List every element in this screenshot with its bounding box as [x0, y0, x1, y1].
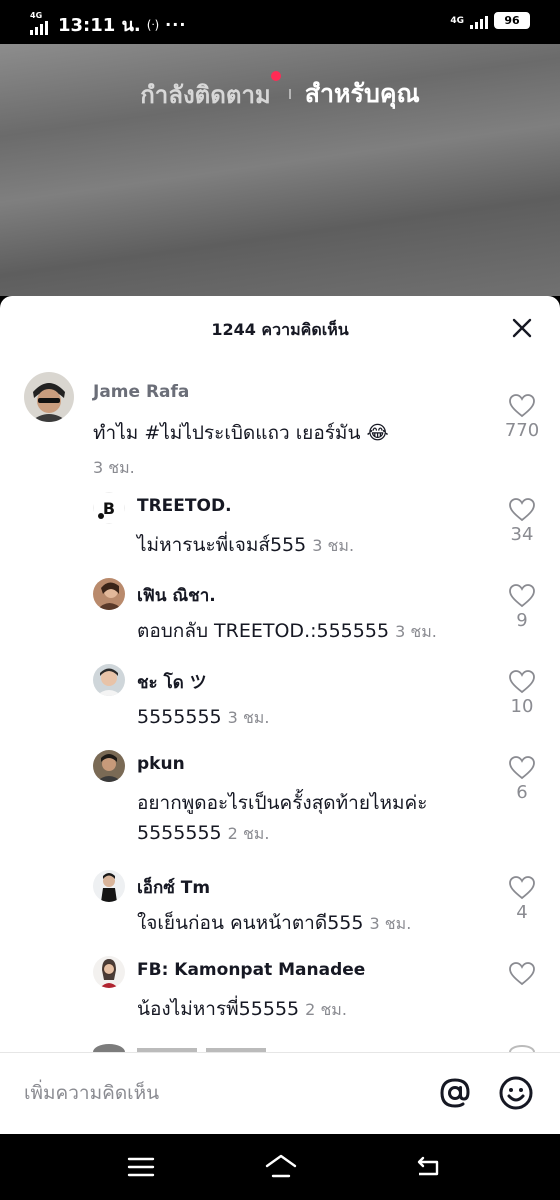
reply-body: ตอบกลับ TREETOD.:555555 3 ชม. — [137, 616, 497, 647]
reply-body: น้องไม่หารพี่55555 2 ชม. — [137, 994, 497, 1025]
more-notifications: ··· — [165, 15, 187, 34]
like-count: 770 — [504, 420, 540, 441]
clock: 13:11 น. — [58, 15, 141, 36]
heart-icon — [509, 670, 535, 694]
reply-item: B TREETOD. ไม่หารนะพี่เจมส์555 3 ชม. 34 — [0, 492, 560, 574]
reply-body: 5555555 3 ชม. — [137, 702, 497, 733]
heart-icon — [509, 876, 535, 900]
heart-icon — [509, 756, 535, 780]
status-right: 4G 96 — [450, 12, 530, 29]
comment-item: Jame Rafa ทำไม #ไม่ไประเบิดแถว เยอร์มัน … — [0, 372, 560, 477]
notification-dot — [270, 70, 281, 81]
close-icon[interactable] — [510, 316, 534, 340]
tab-separator — [288, 89, 291, 99]
hotspot-icon: (ᐧ) — [146, 17, 160, 32]
reply-body: ไม่หารนะพี่เจมส์555 3 ชม. — [137, 530, 497, 561]
home-icon[interactable] — [264, 1152, 298, 1182]
heart-icon — [509, 962, 535, 986]
like-count: 9 — [516, 610, 528, 631]
reply-item: pkun อยากพูดอะไรเป็นครั้งสุดท้ายไหมค่ะ 5… — [0, 750, 560, 862]
status-left: 4G 13:11 น. (ᐧ) ··· — [30, 10, 186, 39]
like-button[interactable]: 6 — [500, 756, 544, 803]
like-button[interactable]: 770 — [500, 394, 544, 441]
tab-following[interactable]: กำลังติดตาม — [140, 70, 281, 114]
reply-username[interactable]: FB: Kamonpat Manadee — [137, 960, 365, 980]
next-reply-peek — [93, 1044, 535, 1052]
avatar[interactable]: B — [93, 492, 125, 524]
like-button[interactable]: 34 — [500, 498, 544, 545]
tab-for-you[interactable]: สำหรับคุณ — [305, 74, 420, 114]
comment-time: 3 ชม. — [93, 458, 135, 477]
reply-item: FB: Kamonpat Manadee น้องไม่หารพี่55555 … — [0, 956, 560, 1038]
reply-body: ใจเย็นก่อน คนหน้าตาดี555 3 ชม. — [137, 908, 497, 939]
comments-list[interactable]: Jame Rafa ทำไม #ไม่ไประเบิดแถว เยอร์มัน … — [0, 364, 560, 1052]
signal-icon — [470, 13, 488, 29]
avatar[interactable] — [93, 578, 125, 610]
reply-username[interactable]: pkun — [137, 754, 185, 774]
heart-icon — [509, 584, 535, 608]
comment-username[interactable]: Jame Rafa — [93, 382, 189, 402]
reply-username[interactable]: เอ็กซ์ Tm — [137, 874, 210, 901]
reply-body: อยากพูดอะไรเป็นครั้งสุดท้ายไหมค่ะ 555555… — [137, 788, 497, 849]
battery-icon: 96 — [494, 12, 530, 29]
reply-item: เฟิน ณิชา. ตอบกลับ TREETOD.:555555 3 ชม.… — [0, 578, 560, 660]
network-type: 4G — [30, 10, 43, 20]
reply-item: เอ็กซ์ Tm ใจเย็นก่อน คนหน้าตาดี555 3 ชม.… — [0, 870, 560, 952]
reply-text: ใจเย็นก่อน คนหน้าตาดี555 — [137, 912, 364, 934]
avatar[interactable] — [93, 870, 125, 902]
reply-text: อยากพูดอะไรเป็นครั้งสุดท้ายไหมค่ะ 555555… — [137, 792, 428, 844]
reply-item: ชะ โด ツ 5555555 3 ชม. 10 — [0, 664, 560, 746]
like-count: 4 — [516, 902, 528, 923]
navigation-bar — [0, 1134, 560, 1200]
reply-text: ไม่หารนะพี่เจมส์555 — [137, 534, 307, 556]
reply-time: 3 ชม. — [227, 708, 270, 727]
video-background[interactable]: กำลังติดตาม สำหรับคุณ — [0, 44, 560, 296]
menu-icon[interactable] — [126, 1152, 156, 1182]
tab-following-label: กำลังติดตาม — [140, 80, 271, 109]
like-button[interactable]: 10 — [500, 670, 544, 717]
at-icon[interactable] — [437, 1075, 473, 1111]
like-count: 34 — [510, 524, 534, 545]
signal-icon: 4G — [30, 11, 52, 35]
avatar[interactable] — [93, 664, 125, 696]
reply-time: 3 ชม. — [395, 622, 437, 641]
comments-sheet: 1244 ความคิดเห็น Jame Rafa ทำไม #ไม่ไประ… — [0, 296, 560, 1134]
feed-tabs: กำลังติดตาม สำหรับคุณ — [0, 70, 560, 114]
like-button[interactable] — [500, 962, 544, 986]
avatar[interactable] — [93, 956, 125, 988]
back-icon[interactable] — [413, 1152, 443, 1182]
reply-time: 3 ชม. — [369, 914, 412, 933]
like-button[interactable]: 9 — [500, 584, 544, 631]
comments-title: 1244 ความคิดเห็น — [211, 320, 349, 339]
like-button[interactable]: 4 — [500, 876, 544, 923]
network-type-right: 4G — [450, 15, 464, 26]
reply-username[interactable]: ชะ โด ツ — [137, 668, 207, 696]
status-bar: 4G 13:11 น. (ᐧ) ··· 4G 96 — [0, 0, 560, 44]
comment-text: ทำไม #ไม่ไประเบิดแถว เยอร์มัน 😂 — [93, 422, 389, 444]
emoji-icon[interactable] — [498, 1075, 534, 1111]
reply-text: 5555555 — [137, 706, 222, 728]
like-count: 6 — [516, 782, 528, 803]
comment-input-bar — [0, 1052, 560, 1134]
heart-icon — [509, 498, 535, 522]
reply-username[interactable]: TREETOD. — [137, 496, 232, 516]
reply-text: น้องไม่หารพี่55555 — [137, 998, 300, 1020]
comment-input[interactable] — [24, 1075, 404, 1111]
avatar[interactable] — [24, 372, 74, 422]
heart-icon — [509, 394, 535, 418]
like-count: 10 — [510, 696, 534, 717]
reply-time: 3 ชม. — [312, 536, 355, 555]
reply-username[interactable]: เฟิน ณิชา. — [137, 582, 216, 609]
svg-text:B: B — [103, 499, 115, 518]
reply-time: 2 ชม. — [227, 824, 270, 843]
reply-text: ตอบกลับ TREETOD.:555555 — [137, 620, 390, 642]
reply-time: 2 ชม. — [305, 1000, 347, 1019]
avatar[interactable] — [93, 750, 125, 782]
